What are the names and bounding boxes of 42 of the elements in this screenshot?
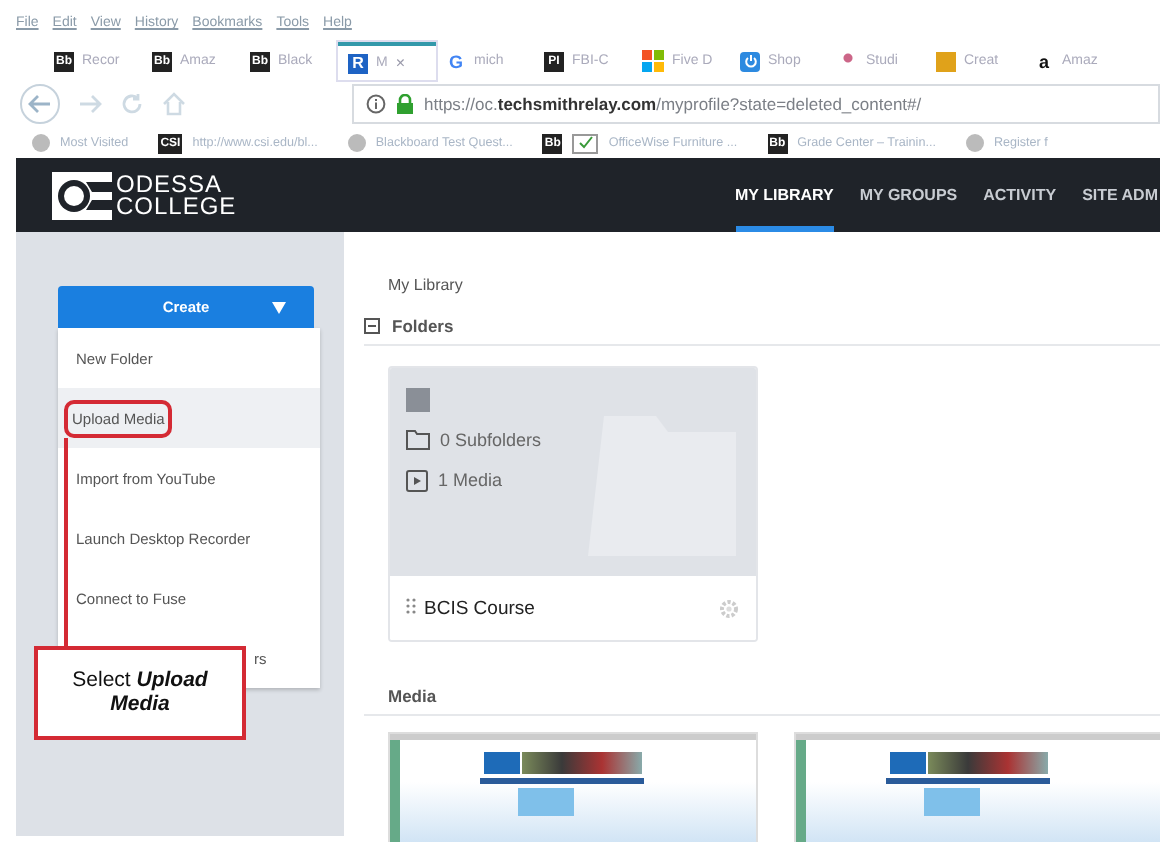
website-screenshot-drawing[interactable] — [794, 732, 1160, 842]
checkbox-icon — [572, 133, 599, 153]
folder-name: BCIS Course — [424, 597, 537, 619]
power-icon — [740, 51, 760, 71]
callout-label: Select Upload Media — [34, 646, 246, 740]
globe-icon — [965, 134, 984, 152]
favicon-icon: R — [348, 53, 368, 73]
back-button[interactable] — [20, 84, 60, 124]
caret-icon — [272, 302, 286, 314]
checkbox[interactable] — [406, 388, 430, 412]
favicon-icon: G — [446, 51, 466, 71]
nav-tab[interactable]: MY LIBRARY — [735, 158, 834, 232]
forward-icon[interactable] — [78, 94, 102, 114]
drag-handle-icon[interactable] — [406, 598, 416, 618]
section-heading: Media — [388, 686, 437, 706]
url-text: https://oc.techsmithrelay.com/myprofile?state=deleted_content#/ — [424, 94, 922, 114]
logo-text: COLLEGE — [116, 195, 237, 217]
close-icon[interactable]: × — [395, 54, 406, 72]
windows-logo-icon — [642, 50, 664, 72]
nav-tab[interactable]: SITE ADM — [1082, 158, 1158, 232]
info-icon[interactable] — [366, 94, 386, 114]
book-icon — [936, 51, 956, 71]
settings-icon[interactable] — [718, 597, 740, 619]
nav-tab[interactable]: ACTIVITY — [983, 158, 1057, 232]
subfolder-count: 0 Subfolders — [440, 430, 542, 450]
nav-tab[interactable]: MY GROUPS — [859, 158, 958, 232]
collapse-icon[interactable] — [364, 318, 380, 334]
website-screenshot-drawing[interactable] — [388, 732, 758, 842]
reload-icon[interactable] — [120, 92, 144, 116]
college-logo-icon — [52, 171, 112, 219]
logo-text: ODESSA — [116, 173, 225, 195]
folder-icon — [406, 430, 430, 450]
globe-icon — [347, 134, 366, 152]
media-icon — [406, 468, 428, 492]
page-title: My Library — [386, 276, 465, 298]
back-arrow-icon — [28, 94, 52, 114]
lock-icon — [396, 94, 414, 114]
media-count: 1 Media — [438, 470, 503, 490]
folder-card[interactable]: 0 Subfolders 1 Media BCIS Course — [388, 366, 758, 642]
section-heading: Folders — [392, 316, 454, 336]
home-icon[interactable] — [162, 92, 186, 116]
address-bar[interactable]: https://oc.techsmithrelay.com/myprofile?state=deleted_content#/ — [352, 84, 1160, 124]
